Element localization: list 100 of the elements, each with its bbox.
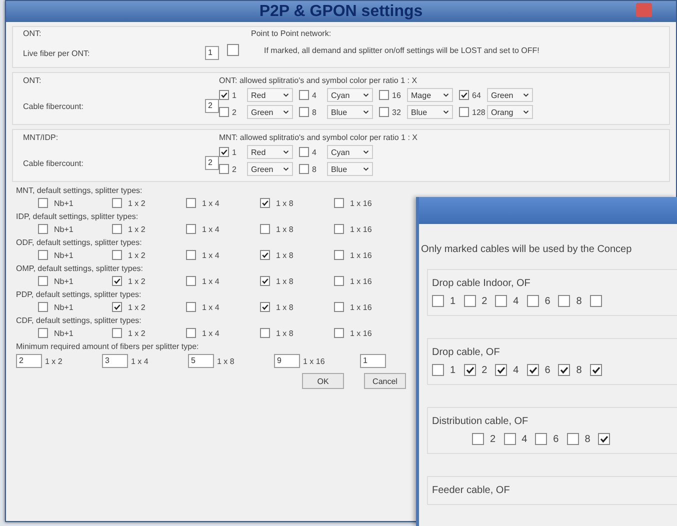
checkbox[interactable]	[260, 302, 270, 312]
checkbox[interactable]	[334, 198, 344, 208]
color-dropdown[interactable]: Red	[247, 145, 293, 159]
intro-text: Only marked cables will be used by the Concep	[421, 244, 633, 255]
checkbox[interactable]	[260, 250, 270, 260]
checkbox[interactable]	[526, 364, 539, 376]
option-label: 6	[544, 364, 550, 376]
checkbox[interactable]	[186, 302, 196, 312]
checkbox[interactable]	[598, 433, 610, 445]
checkbox[interactable]	[260, 276, 270, 286]
checkbox[interactable]	[38, 276, 48, 286]
checkbox[interactable]	[558, 295, 570, 307]
group-heading: Feeder cable, OF	[432, 485, 511, 496]
section-heading: MNT: allowed splitratio's and symbol color per ratio 1 : X	[219, 133, 418, 142]
checkbox[interactable]	[535, 433, 548, 445]
checkbox[interactable]	[186, 198, 196, 208]
checkbox[interactable]	[299, 164, 309, 174]
checkbox[interactable]	[334, 328, 344, 338]
checkbox[interactable]	[186, 250, 196, 260]
option-label: 1 x 4	[202, 328, 220, 338]
checkbox[interactable]	[432, 364, 444, 376]
checkbox[interactable]	[495, 364, 508, 376]
checkbox[interactable]	[379, 90, 389, 100]
color-dropdown[interactable]: Green	[247, 105, 293, 119]
checkbox[interactable]	[260, 328, 270, 338]
section-heading: CDF, default settings, splitter types:	[16, 316, 142, 325]
checkbox[interactable]	[112, 250, 122, 260]
number-field[interactable]: 2	[205, 156, 219, 170]
ok-button[interactable]: OK	[302, 373, 344, 389]
checkbox[interactable]	[38, 198, 48, 208]
checkbox[interactable]	[459, 90, 469, 100]
checkbox[interactable]	[558, 364, 570, 376]
checkbox[interactable]	[432, 295, 444, 307]
color-dropdown[interactable]: Mage	[407, 88, 453, 102]
cancel-button[interactable]: Cancel	[364, 373, 406, 389]
caret-icon	[523, 93, 529, 97]
checkbox[interactable]	[38, 328, 48, 338]
option-label: Nb+1	[54, 224, 74, 234]
checkbox[interactable]	[219, 147, 229, 157]
option-label: 1 x 8	[276, 198, 294, 208]
color-dropdown[interactable]: Orang	[487, 105, 533, 119]
section-heading: IDP, default settings, splitter types:	[16, 212, 140, 221]
checkbox[interactable]	[334, 250, 344, 260]
option-label: 1	[450, 364, 456, 376]
number-field[interactable]: 9	[274, 354, 300, 368]
color-dropdown[interactable]: Blue	[327, 105, 373, 119]
checkbox[interactable]	[186, 276, 196, 286]
checkbox[interactable]	[299, 107, 309, 117]
checkbox[interactable]	[186, 328, 196, 338]
color-dropdown[interactable]: Blue	[327, 162, 373, 176]
checkbox[interactable]	[334, 302, 344, 312]
color-dropdown[interactable]: Cyan	[327, 88, 373, 102]
color-dropdown[interactable]: Green	[247, 162, 293, 176]
ratio-label: 64	[472, 90, 482, 100]
checkbox[interactable]	[260, 198, 270, 208]
color-dropdown[interactable]: Green	[487, 88, 533, 102]
checkbox[interactable]	[472, 433, 484, 445]
checkbox[interactable]	[112, 302, 122, 312]
checkbox[interactable]	[590, 295, 602, 307]
checkbox[interactable]	[464, 364, 476, 376]
color-dropdown[interactable]: Cyan	[327, 145, 373, 159]
checkbox[interactable]	[38, 224, 48, 234]
checkbox[interactable]	[334, 224, 344, 234]
checkbox[interactable]	[526, 295, 539, 307]
option-label: 1 x 4	[202, 276, 220, 286]
checkbox[interactable]	[495, 295, 508, 307]
checkbox[interactable]	[112, 224, 122, 234]
checkbox[interactable]	[299, 147, 309, 157]
checkbox[interactable]	[299, 90, 309, 100]
field-label: Cable fibercount:	[23, 102, 84, 110]
checkbox[interactable]	[260, 224, 270, 234]
checkbox[interactable]	[464, 295, 476, 307]
option-label: 1 x 4	[202, 224, 220, 234]
checkbox[interactable]	[566, 433, 579, 445]
number-field[interactable]: 1	[205, 46, 219, 60]
checkbox[interactable]	[504, 433, 516, 445]
number-field[interactable]: 1	[360, 354, 386, 368]
checkbox[interactable]	[38, 302, 48, 312]
checkbox[interactable]	[112, 198, 122, 208]
checkbox[interactable]	[227, 44, 239, 56]
checkbox[interactable]	[590, 364, 602, 376]
field-label: 1 x 16	[303, 356, 325, 366]
checkbox[interactable]	[219, 107, 229, 117]
checkbox[interactable]	[219, 90, 229, 100]
section-heading: MNT, default settings, splitter types:	[16, 186, 144, 195]
checkbox[interactable]	[219, 164, 229, 174]
checkbox[interactable]	[186, 224, 196, 234]
color-dropdown[interactable]: Red	[247, 88, 293, 102]
checkbox[interactable]	[334, 276, 344, 286]
checkbox[interactable]	[112, 328, 122, 338]
checkbox[interactable]	[38, 250, 48, 260]
number-field[interactable]: 3	[102, 354, 128, 368]
color-dropdown[interactable]: Blue	[407, 105, 453, 119]
checkbox[interactable]	[112, 276, 122, 286]
caret-icon	[283, 150, 289, 154]
checkbox[interactable]	[379, 107, 389, 117]
number-field[interactable]: 2	[205, 99, 219, 113]
checkbox[interactable]	[459, 107, 469, 117]
number-field[interactable]: 2	[16, 354, 42, 368]
number-field[interactable]: 5	[188, 354, 214, 368]
